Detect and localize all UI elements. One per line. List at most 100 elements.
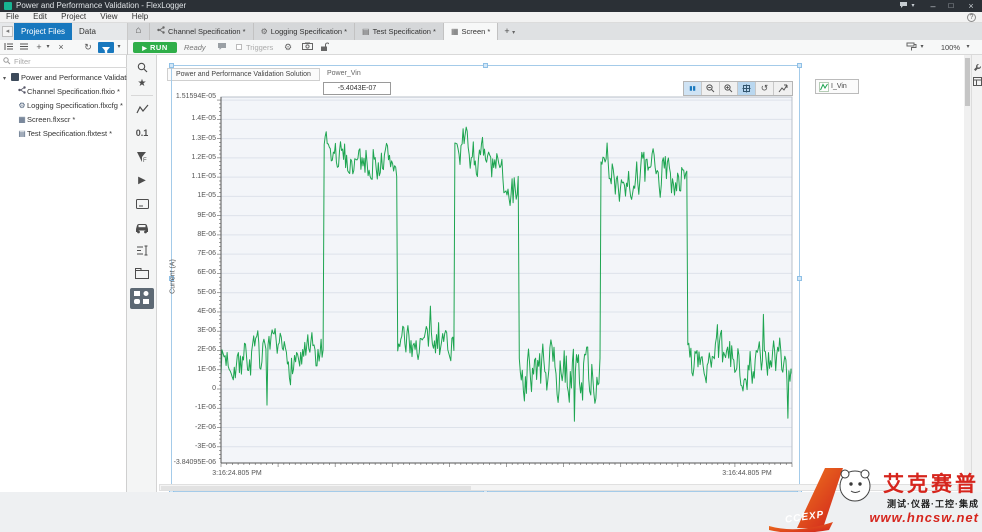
remove-item-icon[interactable]: ×: [56, 42, 66, 53]
pause-button[interactable]: ▮▮: [684, 82, 702, 95]
settings-gear-icon[interactable]: ⚙: [282, 42, 294, 53]
back-arrow-icon[interactable]: ◂: [2, 26, 13, 37]
autoscale-button[interactable]: [774, 82, 792, 95]
reset-zoom-button[interactable]: ↺: [756, 82, 774, 95]
zoom-caret-icon[interactable]: ▾: [964, 42, 972, 53]
display-palette: ★ 0.1 F ▶: [127, 55, 157, 492]
comment-bubble-icon[interactable]: [216, 42, 228, 54]
screen-canvas[interactable]: Power and Performance Validation Solutio…: [157, 55, 964, 492]
y-tick-label: 1.2E-05: [191, 154, 216, 161]
y-tick-label: 1.51594E-05: [176, 93, 216, 100]
project-file-icon: [11, 73, 19, 81]
menu-help[interactable]: Help: [126, 12, 154, 22]
toolbar: + ▾ × ↻ ▾ ▶ RUN Ready Triggers ⚙ ▾ 100% …: [0, 40, 982, 55]
gear-icon: ⚙: [261, 23, 268, 40]
menu-project[interactable]: Project: [55, 12, 92, 22]
zoom-level[interactable]: 100%: [941, 42, 960, 53]
filter-funnel-button[interactable]: [98, 42, 114, 53]
y-tick-label: 8E-06: [197, 231, 216, 238]
feedback-caret-icon[interactable]: ▾: [906, 0, 920, 12]
run-label: RUN: [150, 43, 168, 52]
slider-tool-icon[interactable]: [127, 245, 157, 259]
zoom-in-button[interactable]: [720, 82, 738, 95]
vertical-scrollbar-thumb[interactable]: [965, 58, 970, 106]
tree-item-label: Screen.flxscr *: [27, 115, 75, 124]
tree-item-channel-spec[interactable]: Channel Specification.flxio *: [17, 85, 120, 98]
run-button[interactable]: ▶ RUN: [133, 42, 177, 53]
unlock-icon[interactable]: [318, 42, 330, 55]
selection-handle[interactable]: [797, 276, 802, 281]
tree-item-screen[interactable]: ▦Screen.flxscr *: [17, 113, 75, 126]
search-tool-icon[interactable]: [127, 62, 157, 76]
pause-icon: ▮▮: [689, 85, 696, 92]
panel-grid-icon[interactable]: [972, 73, 982, 91]
graph-tool-icon[interactable]: [127, 104, 157, 118]
style-roller-icon[interactable]: [904, 42, 918, 55]
tab-home[interactable]: ⌂: [128, 23, 150, 40]
triggers-checkbox[interactable]: [236, 44, 242, 50]
tab-project-files[interactable]: Project Files: [14, 23, 72, 40]
tab-logging-specification[interactable]: ⚙ Logging Specification *: [254, 23, 355, 40]
favorites-star-icon[interactable]: ★: [127, 78, 157, 89]
tab-screen[interactable]: ▦ Screen *: [444, 23, 498, 40]
selection-handle[interactable]: [169, 63, 174, 68]
x-axis-start-label: 3:16:24.805 PM: [182, 470, 292, 477]
tab-data[interactable]: Data: [72, 23, 103, 40]
formula-flag-tool-icon[interactable]: F: [127, 151, 157, 166]
filter-input[interactable]: Filter: [0, 55, 127, 68]
menu-file[interactable]: File: [0, 12, 25, 22]
menu-view[interactable]: View: [94, 12, 123, 22]
test-spec-icon: ▤: [17, 127, 27, 140]
collapse-tree-icon[interactable]: [3, 42, 15, 54]
dashboard-tool-selected[interactable]: [130, 288, 154, 309]
waveform-chart[interactable]: [215, 95, 794, 469]
menu-edit[interactable]: Edit: [27, 12, 53, 22]
play-control-tool-icon[interactable]: ▶: [127, 175, 157, 186]
close-button[interactable]: ×: [964, 0, 978, 12]
channel-spec-icon: [157, 23, 165, 40]
tab-test-specification[interactable]: ▤ Test Specification *: [355, 23, 444, 40]
y-tick-label: 2E-06: [197, 346, 216, 353]
vertical-scrollbar[interactable]: [964, 55, 971, 492]
vehicle-tool-icon[interactable]: [127, 221, 157, 237]
add-caret-icon[interactable]: ▾: [44, 42, 52, 53]
zoom-out-button[interactable]: [702, 82, 720, 95]
list-view-icon[interactable]: [18, 42, 30, 54]
y-tick-label: 1.4E-05: [191, 115, 216, 122]
new-document-button[interactable]: + ▾: [498, 23, 521, 40]
chart-legend[interactable]: I_Vin: [815, 79, 859, 94]
zoom-in-icon: [724, 84, 733, 93]
minimize-button[interactable]: –: [926, 0, 940, 12]
y-tick-label: -3.84095E-06: [174, 459, 216, 466]
tree-expand-arrow-icon[interactable]: ▾: [3, 73, 11, 86]
style-caret-icon[interactable]: ▾: [918, 42, 926, 53]
y-tick-label: 4E-06: [197, 308, 216, 315]
container-tool-icon[interactable]: [127, 268, 157, 282]
probe-value-box[interactable]: -5.4043E-07: [323, 82, 391, 95]
y-tick-label: 5E-06: [197, 289, 216, 296]
pan-button[interactable]: [738, 82, 756, 95]
tab-channel-specification[interactable]: Channel Specification *: [150, 23, 254, 40]
autoscale-icon: [778, 84, 788, 93]
filter-caret-icon[interactable]: ▾: [115, 42, 123, 53]
tree-item-logging-spec[interactable]: ⚙Logging Specification.flxcfg *: [17, 99, 123, 112]
selection-handle[interactable]: [797, 63, 802, 68]
add-item-icon[interactable]: +: [34, 42, 44, 53]
screenshot-icon[interactable]: [300, 42, 314, 54]
tab-label: Screen *: [462, 23, 491, 40]
tab-label: Logging Specification *: [271, 23, 347, 40]
tree-root-project[interactable]: ▾Power and Performance Validatio...: [3, 71, 138, 84]
refresh-icon[interactable]: ↻: [82, 42, 94, 53]
selection-handle[interactable]: [483, 63, 488, 68]
horizontal-scrollbar-thumb[interactable]: [161, 486, 471, 490]
numeric-indicator-tool[interactable]: 0.1: [127, 128, 157, 138]
help-icon[interactable]: ?: [967, 13, 976, 22]
maximize-button[interactable]: □: [944, 0, 958, 12]
tree-item-test-spec[interactable]: ▤Test Specification.flxtest *: [17, 127, 112, 140]
tab-row: ◂ Project Files Data ⌂ Channel Specifica…: [0, 23, 982, 40]
textbox-tool-icon[interactable]: [127, 199, 157, 212]
y-tick-label: 3E-06: [197, 327, 216, 334]
channel-spec-icon: [17, 85, 27, 98]
left-panel-tabs: ◂ Project Files Data: [0, 23, 128, 40]
logo-website[interactable]: www.hncsw.net: [869, 510, 979, 525]
